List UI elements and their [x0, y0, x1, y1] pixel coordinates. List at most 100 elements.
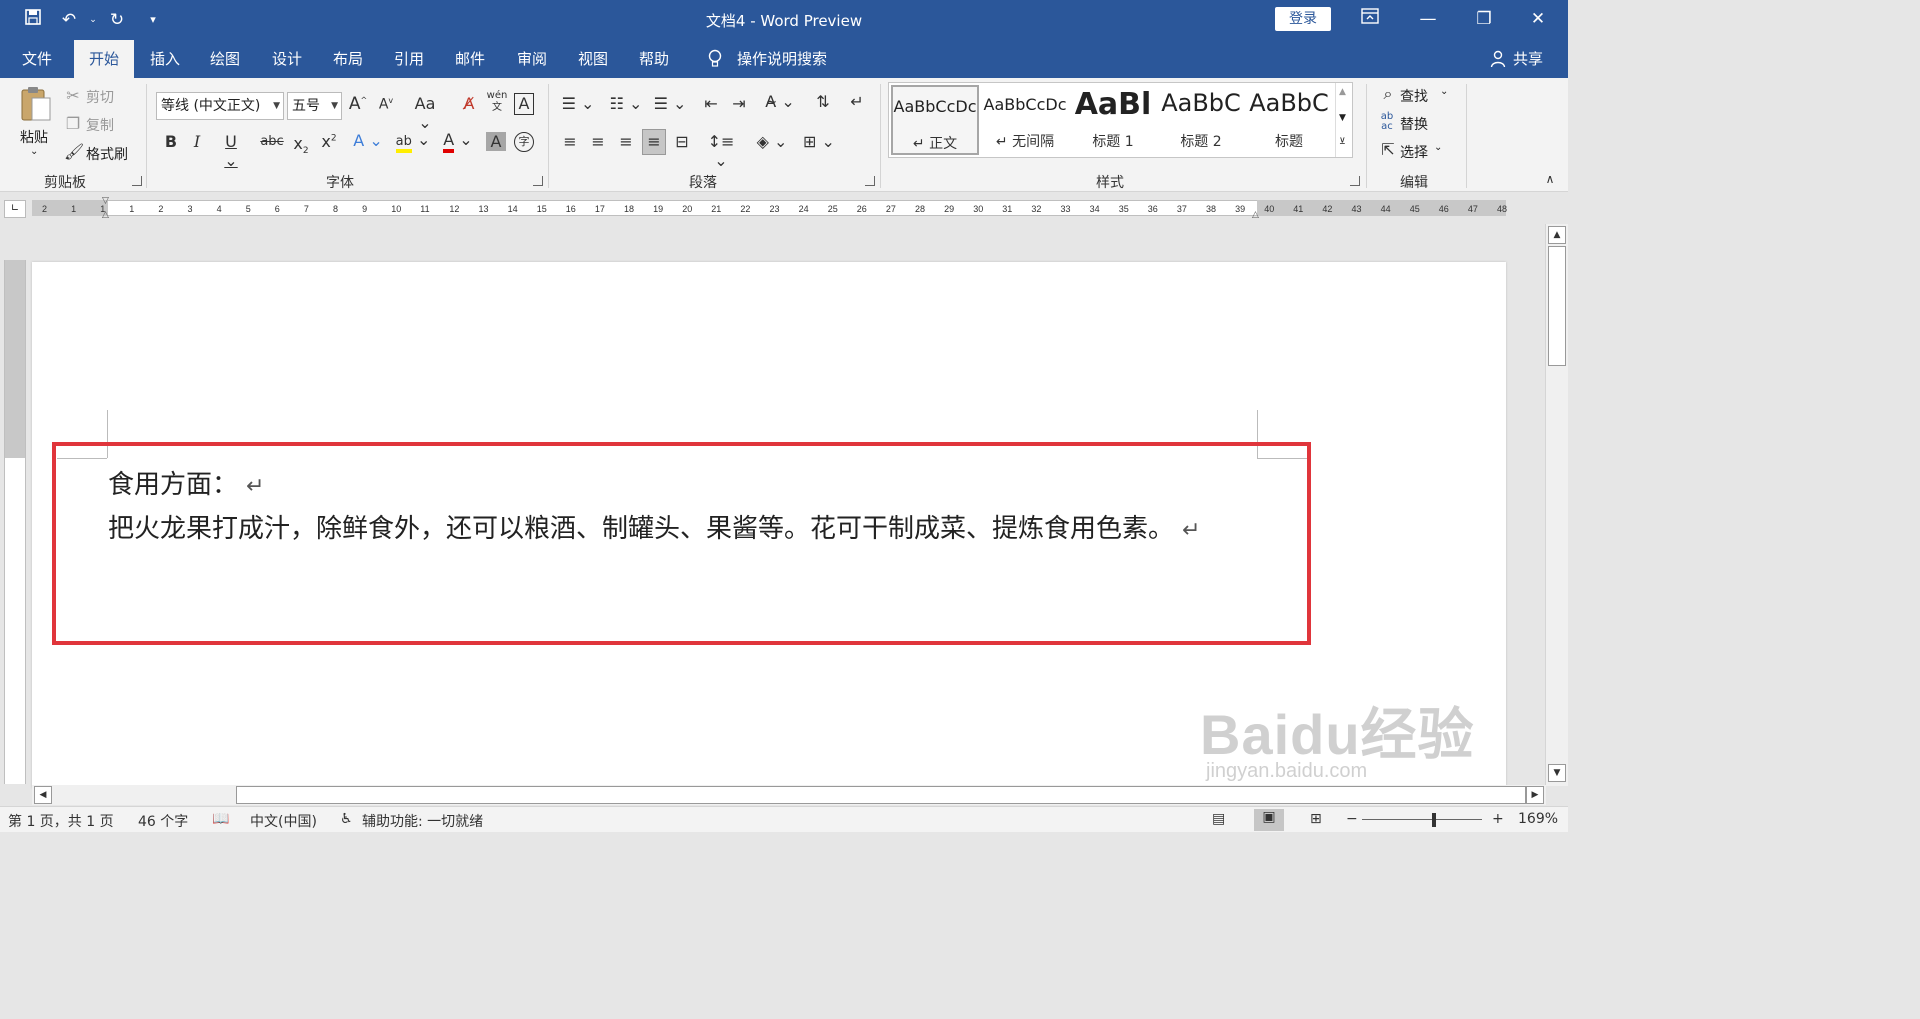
font-size-combo[interactable]: 五号 ▼ [287, 92, 342, 120]
font-color-icon[interactable]: A ⌄ [440, 130, 476, 153]
bullets-icon[interactable]: ☰ ⌄ [558, 94, 598, 113]
tab-home[interactable]: 开始 [74, 40, 134, 78]
page-count[interactable]: 第 1 页，共 1 页 [8, 811, 114, 831]
style-title[interactable]: AaBbC 标题 [1245, 85, 1333, 155]
clipboard-launcher-icon[interactable] [132, 176, 142, 186]
style-heading-1[interactable]: AaBl 标题 1 [1069, 85, 1157, 155]
character-shading-icon[interactable]: A [486, 132, 506, 151]
font-name-combo[interactable]: 等线 (中文正文) ▼ [156, 92, 284, 120]
right-indent-icon[interactable]: △ [1252, 210, 1259, 220]
highlight-color-icon[interactable]: ab ⌄ [394, 130, 432, 153]
paragraph-launcher-icon[interactable] [865, 176, 875, 186]
align-right-icon[interactable]: ≡ [616, 132, 636, 151]
word-count[interactable]: 46 个字 [138, 811, 188, 831]
styles-scroll-down-icon[interactable]: ▼ [1339, 113, 1346, 123]
borders-icon[interactable]: ⊞ ⌄ [800, 132, 838, 151]
zoom-level[interactable]: 169% [1518, 811, 1558, 827]
find-dropdown-icon[interactable]: ⌄ [1440, 86, 1448, 97]
hanging-indent-icon[interactable]: △ [102, 210, 109, 220]
distributed-icon[interactable]: ⊟ [672, 132, 692, 151]
shrink-font-icon[interactable]: Av [376, 96, 396, 113]
strikethrough-icon[interactable]: abc [258, 134, 286, 149]
vertical-scroll-thumb[interactable] [1548, 246, 1566, 366]
style-normal[interactable]: AaBbCcDc ↵ 正文 [891, 85, 979, 155]
zoom-slider-thumb[interactable] [1432, 813, 1436, 827]
tab-insert[interactable]: 插入 [138, 40, 192, 78]
login-button[interactable]: 登录 [1275, 7, 1331, 31]
scissors-icon[interactable]: ✂ [64, 86, 82, 105]
bold-icon[interactable]: B [162, 132, 180, 151]
styles-scroll-up-icon[interactable]: ▲ [1339, 87, 1346, 97]
horizontal-scroll-thumb[interactable] [236, 786, 1526, 804]
superscript-icon[interactable]: x2 [318, 132, 340, 151]
scroll-up-icon[interactable]: ▲ [1548, 226, 1566, 244]
tab-review[interactable]: 审阅 [505, 40, 559, 78]
search-icon[interactable]: ⌕ [1378, 84, 1398, 104]
phonetic-guide-icon[interactable]: wén 文 [486, 90, 508, 114]
chinese-layout-icon[interactable]: A̴ ⌄ [760, 92, 800, 111]
tab-help[interactable]: 帮助 [627, 40, 681, 78]
sort-icon[interactable]: ⇅ [812, 92, 834, 111]
first-line-indent-icon[interactable]: ▽ [102, 196, 109, 206]
cut-button[interactable]: 剪切 [86, 87, 114, 107]
web-layout-icon[interactable]: ⊞ [1310, 811, 1322, 827]
scroll-down-icon[interactable]: ▼ [1548, 764, 1566, 782]
select-button[interactable]: 选择 [1400, 142, 1428, 162]
vertical-ruler[interactable] [4, 260, 26, 784]
tab-mailings[interactable]: 邮件 [443, 40, 497, 78]
horizontal-scrollbar[interactable]: ◀ ▶ [32, 785, 1546, 805]
scroll-right-icon[interactable]: ▶ [1526, 786, 1544, 804]
character-border-icon[interactable]: A [514, 93, 534, 115]
select-dropdown-icon[interactable]: ⌄ [1434, 142, 1442, 153]
format-painter-button[interactable]: 格式刷 [86, 144, 128, 164]
change-case-icon[interactable]: Aa ⌄ [408, 94, 442, 132]
zoom-out-icon[interactable]: − [1346, 811, 1358, 827]
tab-layout[interactable]: 布局 [321, 40, 375, 78]
styles-launcher-icon[interactable] [1350, 176, 1360, 186]
align-center-icon[interactable]: ≡ [588, 132, 608, 151]
accessibility-icon[interactable]: ♿ [340, 811, 353, 827]
show-formatting-marks-icon[interactable]: ↵ [846, 92, 868, 111]
italic-icon[interactable]: I [188, 132, 206, 151]
restore-button[interactable]: ❐ [1464, 4, 1504, 34]
paste-button[interactable]: 粘贴 [20, 127, 48, 147]
accessibility-status[interactable]: 辅助功能: 一切就绪 [362, 811, 483, 831]
tell-me-search[interactable]: 操作说明搜索 [732, 40, 832, 78]
read-mode-icon[interactable]: ▤ [1212, 811, 1225, 827]
subscript-icon[interactable]: x2 [290, 134, 312, 156]
share-button[interactable]: 共享 [1510, 40, 1546, 78]
scroll-left-icon[interactable]: ◀ [34, 786, 52, 804]
zoom-in-icon[interactable]: + [1492, 811, 1504, 827]
tab-selector-icon[interactable]: ∟ [4, 200, 26, 218]
align-left-icon[interactable]: ≡ [560, 132, 580, 151]
line-spacing-icon[interactable]: ↕≡ ⌄ [702, 132, 740, 170]
copy-icon[interactable]: ❐ [64, 114, 82, 133]
style-heading-2[interactable]: AaBbC 标题 2 [1157, 85, 1245, 155]
zoom-slider[interactable] [1362, 819, 1482, 820]
language-indicator[interactable]: 中文(中国) [250, 811, 317, 831]
enclose-characters-icon[interactable]: 字 [514, 132, 534, 152]
numbering-icon[interactable]: ☷ ⌄ [606, 94, 646, 113]
underline-icon[interactable]: U ⌄ [216, 132, 246, 170]
multilevel-list-icon[interactable]: ☰ ⌄ [650, 94, 690, 113]
increase-indent-icon[interactable]: ⇥ [728, 94, 750, 113]
grow-font-icon[interactable]: A^ [348, 94, 368, 114]
style-no-spacing[interactable]: AaBbCcDc ↵ 无间隔 [981, 85, 1069, 155]
close-button[interactable]: ✕ [1518, 4, 1558, 34]
shading-icon[interactable]: ◈ ⌄ [752, 132, 792, 151]
styles-more-icon[interactable]: ⊻ [1339, 137, 1346, 147]
find-button[interactable]: 查找 [1400, 86, 1428, 106]
tab-file[interactable]: 文件 [10, 40, 64, 78]
font-launcher-icon[interactable] [533, 176, 543, 186]
replace-icon[interactable]: ab ac [1376, 112, 1398, 132]
tab-view[interactable]: 视图 [566, 40, 620, 78]
vertical-scrollbar[interactable]: ▲ ▼ [1545, 224, 1568, 786]
clear-formatting-icon[interactable]: A̸ [458, 94, 480, 113]
print-layout-icon[interactable]: ▣ [1254, 809, 1284, 831]
tab-references[interactable]: 引用 [382, 40, 436, 78]
justify-icon[interactable]: ≡ [642, 129, 666, 155]
copy-button[interactable]: 复制 [86, 115, 114, 135]
format-painter-icon[interactable]: 🖌 [64, 142, 84, 161]
paste-dropdown-icon[interactable]: ⌄ [30, 146, 38, 157]
text-effects-icon[interactable]: A ⌄ [350, 131, 386, 150]
